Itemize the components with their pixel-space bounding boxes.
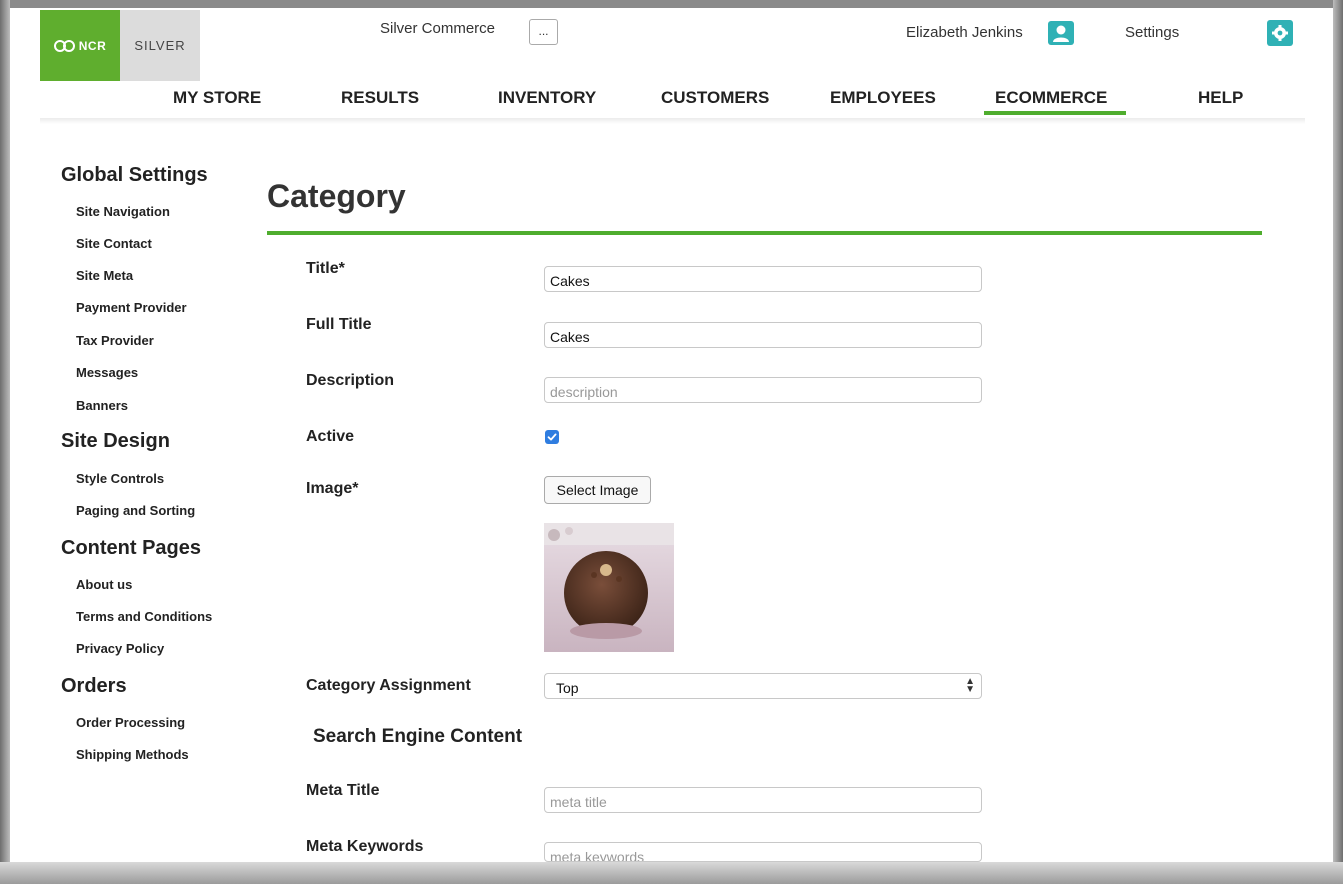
description-label: Description (306, 372, 395, 389)
ncr-logo-icon (53, 39, 75, 52)
sidebar-item-about-us[interactable]: About us (76, 577, 132, 592)
title-label: Title* (306, 260, 345, 277)
category-image-thumbnail (544, 523, 674, 652)
title-divider (267, 231, 1262, 235)
meta-keywords-input[interactable]: meta keywords (544, 842, 982, 862)
app-title: Silver Commerce (380, 20, 496, 37)
window-frame-left (0, 0, 10, 884)
full-title-label: Full Title (306, 316, 372, 333)
settings-label[interactable]: Settings (1125, 24, 1179, 41)
full-title-input[interactable]: Cakes (544, 322, 982, 348)
sidebar-item-site-meta[interactable]: Site Meta (76, 268, 133, 283)
window-frame-top (0, 0, 1343, 8)
sidebar-item-privacy-policy[interactable]: Privacy Policy (76, 641, 164, 656)
meta-title-input[interactable]: meta title (544, 787, 982, 813)
nav-item-my-store[interactable]: MY STORE (173, 88, 261, 108)
active-checkbox[interactable] (545, 430, 559, 444)
user-icon[interactable] (1048, 21, 1074, 45)
sidebar-heading-site-design: Site Design (61, 430, 170, 452)
main-nav: MY STORE RESULTS INVENTORY CUSTOMERS EMP… (0, 88, 1343, 118)
select-image-button[interactable]: Select Image (544, 476, 651, 504)
nav-divider (40, 118, 1305, 124)
nav-item-employees[interactable]: EMPLOYEES (830, 88, 936, 108)
sidebar-heading-orders: Orders (61, 675, 127, 697)
silver-logo-text: SILVER (134, 38, 186, 53)
nav-item-help[interactable]: HELP (1198, 88, 1243, 108)
sidebar-item-site-contact[interactable]: Site Contact (76, 236, 152, 251)
sidebar-item-style-controls[interactable]: Style Controls (76, 471, 164, 486)
more-button[interactable]: ... (529, 19, 558, 45)
category-assignment-select[interactable]: Top ▲ ▼ (544, 673, 982, 699)
sidebar-item-site-navigation[interactable]: Site Navigation (76, 204, 170, 219)
nav-item-ecommerce[interactable]: ECOMMERCE (995, 88, 1107, 108)
title-input[interactable]: Cakes (544, 266, 982, 292)
nav-active-underline (984, 111, 1126, 115)
meta-title-label: Meta Title (306, 782, 380, 799)
window-frame-right (1333, 0, 1343, 884)
silver-logo[interactable]: SILVER (120, 10, 200, 81)
active-label: Active (306, 428, 355, 445)
sidebar-heading-content-pages: Content Pages (61, 537, 202, 559)
nav-item-inventory[interactable]: INVENTORY (498, 88, 596, 108)
sidebar-item-paging-and-sorting[interactable]: Paging and Sorting (76, 503, 195, 518)
sidebar-item-terms-and-conditions[interactable]: Terms and Conditions (76, 609, 212, 624)
search-engine-content-heading: Search Engine Content (313, 726, 523, 747)
sidebar-item-order-processing[interactable]: Order Processing (76, 715, 185, 730)
ncr-logo-text: NCR (78, 38, 107, 53)
sidebar-item-shipping-methods[interactable]: Shipping Methods (76, 747, 189, 762)
gear-icon[interactable] (1267, 20, 1293, 46)
category-assignment-value: Top (556, 680, 579, 696)
image-label: Image* (306, 480, 359, 497)
description-input[interactable]: description (544, 377, 982, 403)
category-assignment-label: Category Assignment (306, 677, 471, 694)
window-frame-bottom (0, 862, 1343, 884)
sidebar-item-payment-provider[interactable]: Payment Provider (76, 300, 187, 315)
nav-item-results[interactable]: RESULTS (341, 88, 419, 108)
meta-keywords-label: Meta Keywords (306, 838, 424, 855)
page-title: Category (267, 178, 406, 214)
sidebar-heading-global-settings: Global Settings (61, 164, 208, 186)
sidebar-item-banners[interactable]: Banners (76, 398, 128, 413)
sidebar-item-tax-provider[interactable]: Tax Provider (76, 333, 154, 348)
select-arrows-icon: ▲ ▼ (965, 676, 975, 695)
sidebar-item-messages[interactable]: Messages (76, 365, 138, 380)
ncr-logo[interactable]: NCR (40, 10, 120, 81)
checkmark-icon (547, 433, 557, 441)
nav-item-customers[interactable]: CUSTOMERS (661, 88, 769, 108)
user-name[interactable]: Elizabeth Jenkins (906, 24, 1023, 41)
